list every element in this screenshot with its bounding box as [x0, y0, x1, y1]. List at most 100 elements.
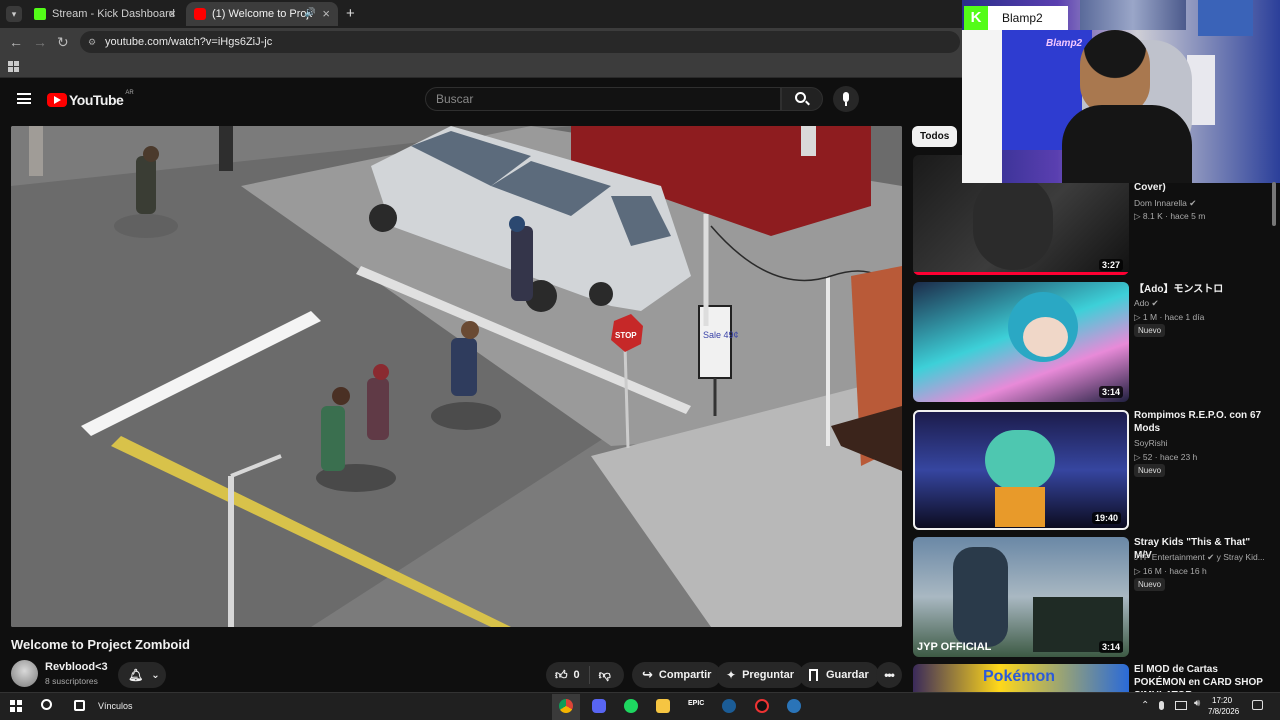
rec-thumbnail[interactable]: 19:40: [913, 410, 1129, 530]
task-view-icon[interactable]: [74, 700, 85, 711]
sale-sign-text: Sale 49¢: [703, 330, 739, 340]
game-scene: STOP Sale 49¢: [11, 126, 902, 627]
windows-start-icon[interactable]: [10, 700, 22, 712]
taskbar-search-icon[interactable]: [41, 699, 52, 710]
save-label: Guardar: [826, 669, 869, 681]
discord-icon[interactable]: [592, 699, 606, 713]
video-duration: 19:40: [1091, 512, 1121, 524]
search-button[interactable]: [781, 87, 823, 111]
steam-alt-icon[interactable]: [787, 699, 801, 713]
dislike-button[interactable]: 👎︎: [590, 668, 620, 683]
rec-title[interactable]: 【Ado】モンストロ: [1134, 283, 1264, 296]
share-button[interactable]: ↪ Compartir: [632, 662, 722, 688]
tab-youtube-video[interactable]: (1) Welcome to Project Zon 🔊 ×: [186, 2, 338, 26]
page-scrollbar[interactable]: [1272, 182, 1276, 226]
channel-avatar[interactable]: [11, 660, 38, 687]
like-dislike-group: 👍︎ 0 👎︎: [546, 662, 624, 688]
ask-button[interactable]: ✦ Preguntar: [716, 662, 805, 688]
youtube-favicon-icon: [194, 8, 206, 20]
verified-icon: ✔: [1189, 198, 1197, 208]
kick-logo-icon: K: [964, 6, 988, 30]
chip-todos[interactable]: Todos: [912, 126, 958, 147]
video-duration: 3:27: [1098, 259, 1123, 271]
address-bar[interactable]: ⚙ youtube.com/watch?v=iHgs6ZiJ-jc: [80, 31, 960, 53]
search-input[interactable]: Buscar: [425, 87, 781, 111]
more-horizontal-icon: •••: [884, 668, 895, 682]
rec-channel[interactable]: Ado ✔: [1134, 298, 1159, 309]
site-info-icon[interactable]: ⚙: [88, 31, 96, 53]
video-title: Welcome to Project Zomboid: [11, 637, 190, 652]
rec-stats: ▷ 1 M · hace 1 día: [1134, 312, 1205, 322]
network-icon[interactable]: [1175, 701, 1187, 710]
url-text: youtube.com/watch?v=iHgs6ZiJ-jc: [105, 36, 273, 48]
steam-icon[interactable]: [722, 699, 736, 713]
chrome-icon: [559, 699, 573, 713]
streamer-name-badge: K Blamp2: [964, 6, 1068, 30]
neon-sign-text: Blamp2: [1046, 38, 1083, 49]
like-button[interactable]: 👍︎ 0: [546, 666, 590, 684]
rec-thumbnail[interactable]: Pokémon: [913, 664, 1129, 692]
audio-playing-icon[interactable]: 🔊: [305, 7, 316, 18]
subscription-bell-button[interactable]: 🔔︎ ⌄: [118, 662, 166, 688]
youtube-logo[interactable]: YouTube AR: [47, 90, 134, 108]
like-count: 0: [573, 669, 580, 681]
rec-title[interactable]: Rompimos R.E.P.O. con 67 Mods: [1134, 409, 1264, 435]
video-duration: 3:14: [1098, 386, 1123, 398]
microphone-icon: [843, 92, 849, 102]
clock-time[interactable]: 17:20: [1212, 696, 1232, 705]
close-tab-icon[interactable]: ×: [168, 6, 176, 21]
windows-taskbar: [0, 692, 1280, 720]
apps-grid-icon[interactable]: [8, 61, 19, 72]
watch-progress-bar: [913, 272, 1129, 275]
rec-channel[interactable]: SoyRishi: [1134, 438, 1168, 448]
rec-stats: ▷ 52 · hace 23 h: [1134, 452, 1198, 462]
reload-icon[interactable]: ↻: [57, 34, 69, 51]
bell-icon: 🔔︎: [128, 668, 144, 682]
rec-stats: ▷ 8.1 K · hace 5 m: [1134, 211, 1206, 221]
new-tab-button[interactable]: +: [346, 5, 355, 22]
recording-app-icon[interactable]: [755, 699, 769, 713]
thumbnail-label: Pokémon: [983, 668, 1056, 685]
youtube-wordmark: YouTube: [69, 92, 124, 108]
notifications-icon[interactable]: [1252, 700, 1263, 710]
channel-name[interactable]: Revblood<3: [45, 661, 108, 673]
tab-kick-dashboard[interactable]: Stream - Kick Dashboard ×: [26, 2, 184, 26]
rec-thumbnail[interactable]: JYP OFFICIAL 3:14: [913, 537, 1129, 657]
rec-stats: ▷ 16 M · hace 16 h: [1134, 566, 1207, 576]
microphone-tray-icon[interactable]: [1159, 701, 1164, 710]
voice-search-button[interactable]: [833, 86, 859, 112]
volume-icon[interactable]: 🔊︎: [1194, 698, 1200, 709]
clock-date[interactable]: 7/8/2026: [1208, 707, 1239, 716]
youtube-play-icon: [47, 93, 67, 107]
file-explorer-icon[interactable]: [656, 699, 670, 713]
tab-search-button[interactable]: ▾: [6, 6, 22, 22]
new-badge: Nuevo: [1134, 464, 1166, 477]
close-tab-icon[interactable]: ×: [322, 6, 330, 21]
menu-hamburger-icon[interactable]: [17, 93, 31, 104]
thumbs-down-icon: 👎︎: [598, 667, 611, 682]
more-actions-button[interactable]: •••: [876, 662, 902, 688]
tab-title: Stream - Kick Dashboard: [52, 8, 175, 20]
rec-channel[interactable]: JYP Entertainment ✔ y Stray Kid...: [1134, 552, 1265, 563]
forward-arrow-icon[interactable]: →: [33, 34, 47, 50]
chevron-down-icon: ⌄: [151, 669, 160, 681]
rec-channel[interactable]: Dom Innarella ✔: [1134, 198, 1196, 209]
rec-thumbnail[interactable]: 3:14: [913, 282, 1129, 402]
tray-chevron-icon[interactable]: ⌃: [1141, 700, 1149, 711]
ask-label: Preguntar: [742, 669, 795, 681]
thumbnail-label: JYP OFFICIAL: [917, 641, 992, 653]
links-toolbar[interactable]: Vínculos: [98, 701, 133, 711]
back-arrow-icon[interactable]: ←: [9, 34, 23, 50]
share-label: Compartir: [658, 669, 712, 681]
spotify-icon[interactable]: [624, 699, 638, 713]
verified-icon: ✔: [1207, 552, 1215, 562]
new-badge: Nuevo: [1134, 578, 1166, 591]
kick-favicon-icon: [34, 8, 46, 20]
epic-games-icon[interactable]: EPIC: [688, 700, 704, 707]
stop-sign-text: STOP: [615, 331, 637, 340]
share-arrow-icon: ↪: [642, 667, 653, 682]
save-button[interactable]: Guardar: [799, 662, 879, 688]
region-code: AR: [125, 90, 134, 96]
streamer-figure: [1080, 30, 1150, 115]
video-player[interactable]: STOP Sale 49¢: [11, 126, 902, 627]
